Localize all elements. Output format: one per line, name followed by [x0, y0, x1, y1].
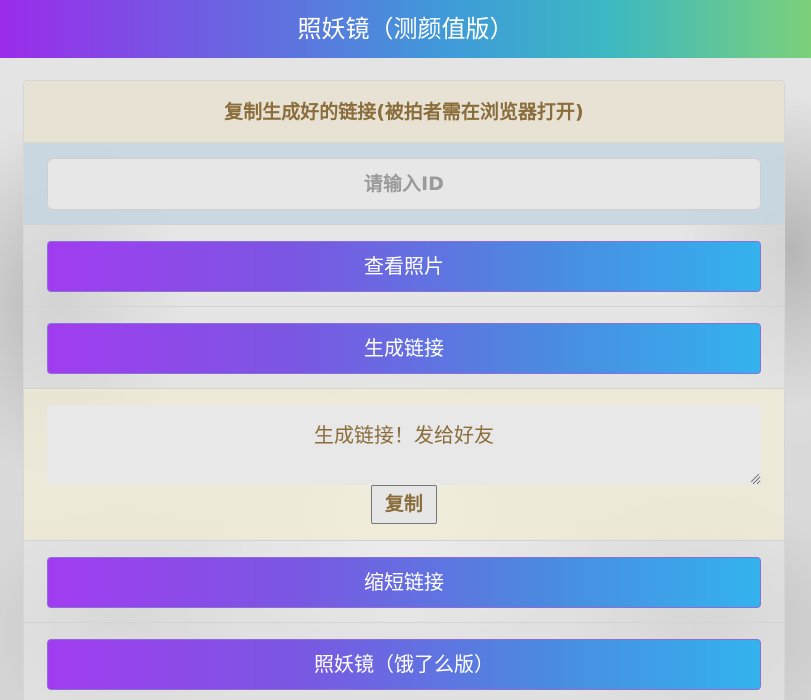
page-title: 照妖镜（测颜值版）: [297, 15, 514, 43]
link-output-textarea[interactable]: 生成链接！发给好友: [47, 405, 761, 485]
copy-button[interactable]: 复制: [371, 485, 437, 524]
id-input[interactable]: [47, 158, 761, 210]
shorten-link-row: 缩短链接: [24, 541, 784, 623]
view-photos-button[interactable]: 查看照片: [47, 241, 761, 292]
eleme-version-row: 照妖镜（饿了么版）: [24, 623, 784, 700]
panel-heading: 复制生成好的链接(被拍者需在浏览器打开): [24, 81, 784, 143]
resize-handle-icon[interactable]: [748, 471, 760, 483]
generate-link-row: 生成链接: [24, 307, 784, 389]
main-panel: 复制生成好的链接(被拍者需在浏览器打开) 查看照片 生成链接 生成链接！发给好友…: [23, 80, 785, 700]
panel-heading-text: 复制生成好的链接(被拍者需在浏览器打开): [224, 101, 584, 123]
page-header: 照妖镜（测颜值版）: [0, 0, 811, 58]
view-photos-row: 查看照片: [24, 225, 784, 307]
eleme-version-button[interactable]: 照妖镜（饿了么版）: [47, 639, 761, 690]
id-input-row: [24, 143, 784, 225]
generate-link-button[interactable]: 生成链接: [47, 323, 761, 374]
link-output-row: 生成链接！发给好友 复制: [24, 389, 784, 541]
shorten-link-button[interactable]: 缩短链接: [47, 557, 761, 608]
